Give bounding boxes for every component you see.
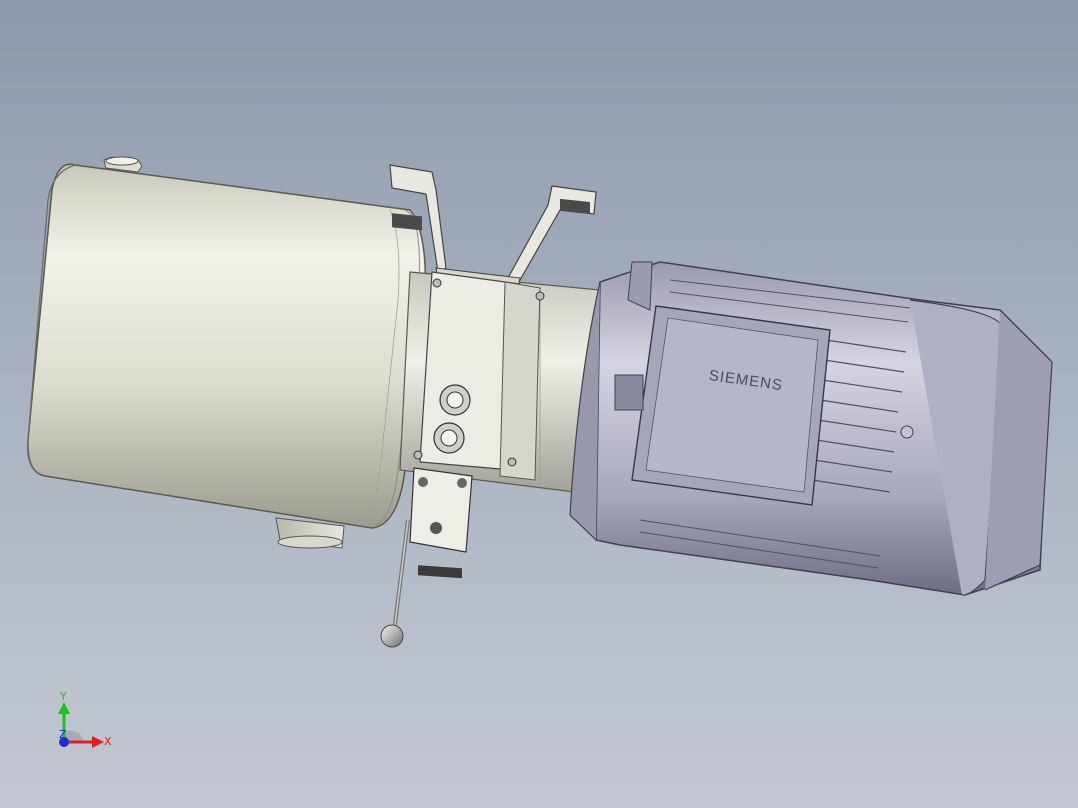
lever-ball-knob[interactable]: [380, 624, 404, 648]
motor-lifting-eye: [900, 425, 914, 439]
y-axis-label: Y: [59, 690, 67, 703]
hand-pump[interactable]: [409, 467, 473, 579]
z-axis-label: Z: [59, 728, 67, 741]
pump-lever[interactable]: [392, 519, 410, 633]
valve-block[interactable]: [413, 271, 545, 481]
motor-terminal-box[interactable]: SIEMENS: [631, 305, 831, 506]
motor-foot-mount: [614, 374, 644, 411]
hydraulic-tank[interactable]: [27, 163, 427, 529]
model-view[interactable]: SIEMENS Y X Z: [0, 0, 1078, 808]
x-axis-label: X: [104, 735, 112, 748]
coordinate-triad: Y X Z: [58, 690, 112, 748]
cad-viewport[interactable]: SIEMENS Y X Z: [0, 0, 1078, 808]
